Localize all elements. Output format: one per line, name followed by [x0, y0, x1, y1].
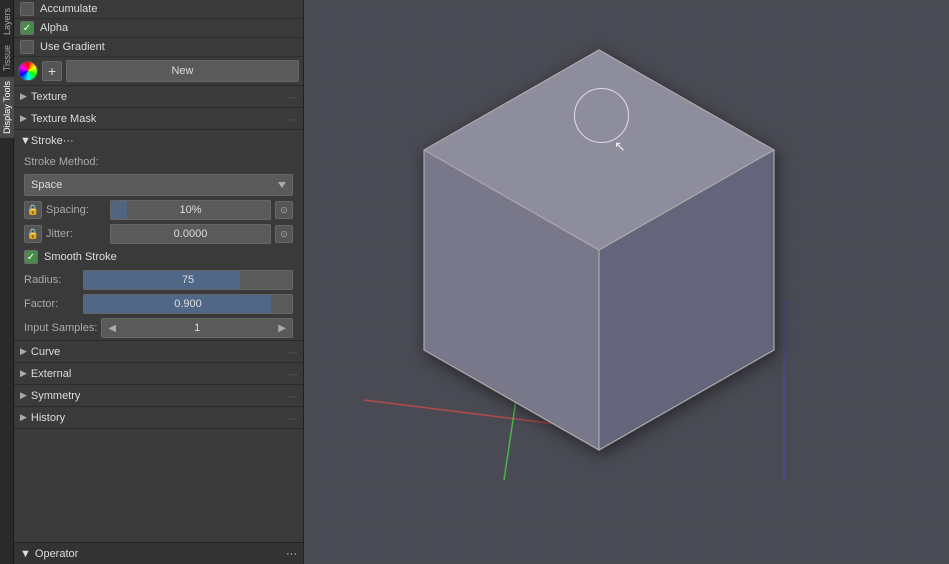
accumulate-checkbox[interactable] [20, 2, 34, 16]
add-button[interactable]: + [42, 61, 62, 81]
radius-slider[interactable]: 75 [83, 270, 293, 290]
symmetry-label: Symmetry [31, 390, 288, 402]
alpha-row: ✓ Alpha [14, 19, 303, 38]
operator-bar: ▼ Operator ··· [14, 542, 303, 564]
new-brush-button[interactable]: New [66, 60, 299, 82]
input-samples-label: Input Samples: [24, 322, 97, 334]
texture-mask-dots: ··· [288, 112, 297, 126]
use-gradient-label: Use Gradient [40, 41, 105, 53]
viewport[interactable]: ↖ [304, 0, 949, 564]
input-samples-row: Input Samples: ◀ 1 ▶ [14, 316, 303, 340]
symmetry-section-header[interactable]: ▶ Symmetry ··· [14, 385, 303, 407]
vtab-layers[interactable]: Layers [0, 4, 14, 39]
curve-section-header[interactable]: ▶ Curve ··· [14, 341, 303, 363]
use-gradient-checkbox[interactable] [20, 40, 34, 54]
stroke-method-label: Stroke Method: [24, 156, 99, 168]
spacing-lock-icon[interactable]: 🔒 [24, 201, 42, 219]
spacing-value-field[interactable]: 10% [110, 200, 271, 220]
alpha-label: Alpha [40, 22, 68, 34]
texture-mask-arrow-icon: ▶ [20, 113, 27, 124]
stroke-method-select[interactable]: Space [24, 174, 293, 196]
spacing-row: 🔒 Spacing: 10% ⊙ [14, 198, 303, 222]
stroke-section: ▼ Stroke ··· Stroke Method: Space 🔒 Spac… [14, 130, 303, 341]
stroke-label: Stroke [31, 135, 63, 147]
radius-value: 75 [84, 274, 292, 286]
texture-arrow-icon: ▶ [20, 91, 27, 102]
input-samples-value: 1 [194, 322, 200, 334]
jitter-edit-icon[interactable]: ⊙ [275, 225, 293, 243]
factor-row: Factor: 0.900 [14, 292, 303, 316]
operator-arrow-icon: ▼ [20, 548, 31, 560]
smooth-stroke-checkbox[interactable] [24, 250, 38, 264]
accumulate-row: Accumulate [14, 0, 303, 19]
stroke-section-header[interactable]: ▼ Stroke ··· [14, 130, 303, 152]
curve-arrow-icon: ▶ [20, 346, 27, 357]
stroke-arrow-icon: ▼ [20, 135, 31, 147]
jitter-lock-icon[interactable]: 🔒 [24, 225, 42, 243]
input-samples-field[interactable]: ◀ 1 ▶ [101, 318, 293, 338]
alpha-checkbox[interactable]: ✓ [20, 21, 34, 35]
history-arrow-icon: ▶ [20, 412, 27, 423]
new-brush-row: + New [14, 57, 303, 86]
history-dots: ··· [288, 411, 297, 425]
spacing-edit-icon[interactable]: ⊙ [275, 201, 293, 219]
texture-section-header[interactable]: ▶ Texture ··· [14, 86, 303, 108]
operator-label: Operator [35, 548, 78, 560]
external-section-header[interactable]: ▶ External ··· [14, 363, 303, 385]
left-panel: Accumulate ✓ Alpha Use Gradient + New ▶ … [14, 0, 304, 564]
curve-dots: ··· [288, 345, 297, 359]
factor-label: Factor: [24, 298, 79, 310]
jitter-value-field[interactable]: 0.0000 [110, 224, 271, 244]
symmetry-arrow-icon: ▶ [20, 390, 27, 401]
symmetry-dots: ··· [288, 389, 297, 403]
stroke-dots: ··· [63, 135, 74, 147]
texture-dots: ··· [288, 90, 297, 104]
factor-value: 0.900 [84, 298, 292, 310]
jitter-label: Jitter: [46, 228, 106, 240]
external-arrow-icon: ▶ [20, 368, 27, 379]
accumulate-label: Accumulate [40, 3, 97, 15]
use-gradient-row: Use Gradient [14, 38, 303, 57]
texture-mask-label: Texture Mask [31, 113, 288, 125]
spacing-label: Spacing: [46, 204, 106, 216]
radius-label: Radius: [24, 274, 79, 286]
vtab-display-tools[interactable]: Display Tools [0, 77, 14, 138]
external-dots: ··· [288, 367, 297, 381]
space-dropdown-row: Space [14, 172, 303, 198]
input-samples-decrement[interactable]: ◀ [108, 323, 116, 334]
smooth-stroke-label: Smooth Stroke [44, 251, 117, 263]
cube-3d [384, 30, 814, 490]
jitter-row: 🔒 Jitter: 0.0000 ⊙ [14, 222, 303, 246]
vertical-tabs: Layers Tissue Display Tools [0, 0, 14, 564]
texture-mask-section-header[interactable]: ▶ Texture Mask ··· [14, 108, 303, 130]
stroke-method-label-row: Stroke Method: [14, 152, 303, 172]
curve-label: Curve [31, 346, 288, 358]
operator-dots: ··· [286, 548, 297, 560]
texture-label: Texture [31, 91, 288, 103]
input-samples-increment[interactable]: ▶ [278, 323, 286, 334]
smooth-stroke-row: Smooth Stroke [14, 246, 303, 268]
history-section-header[interactable]: ▶ History ··· [14, 407, 303, 429]
radius-row: Radius: 75 [14, 268, 303, 292]
factor-slider[interactable]: 0.900 [83, 294, 293, 314]
external-label: External [31, 368, 288, 380]
history-label: History [31, 412, 288, 424]
color-circle[interactable] [18, 61, 38, 81]
vtab-tissue[interactable]: Tissue [0, 41, 14, 75]
